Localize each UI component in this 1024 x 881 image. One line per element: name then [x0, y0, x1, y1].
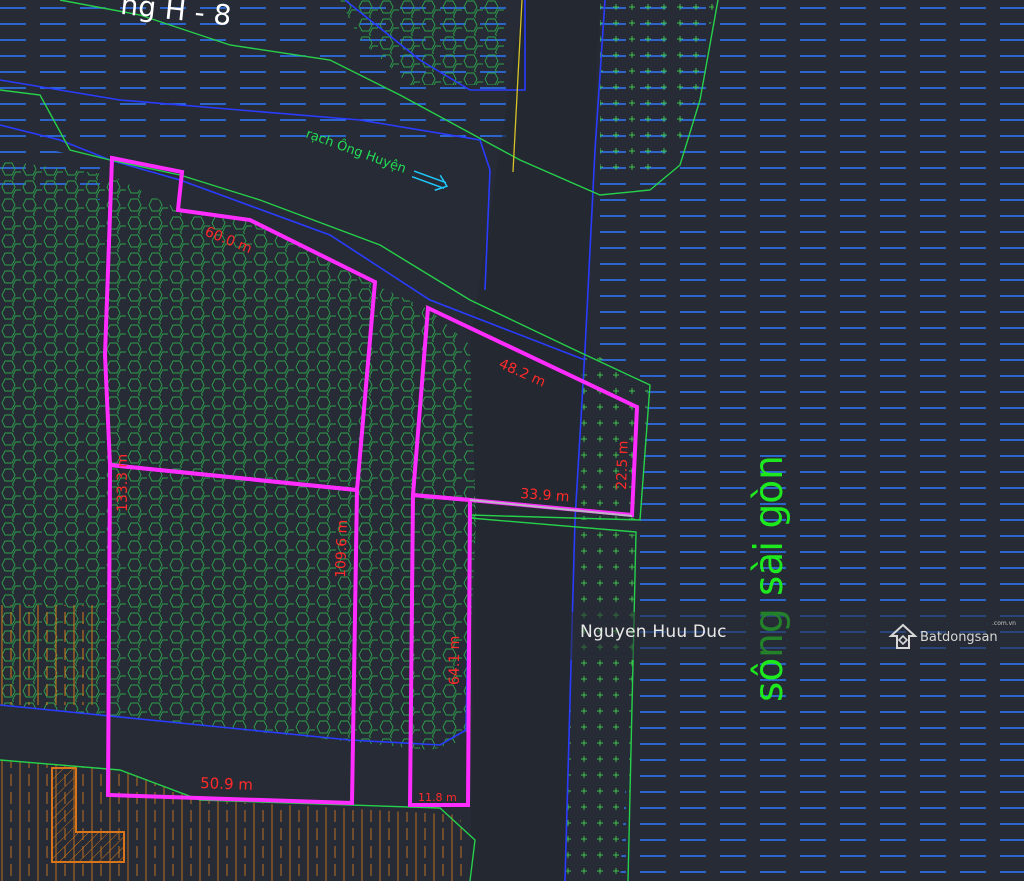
dim-33m: 33.9 m [520, 486, 570, 505]
dim-22m: 22.5 m [614, 440, 632, 490]
house-logo-icon [888, 623, 918, 649]
dim-109m: 109.6 m [333, 519, 351, 578]
batdongsan-logo: Batdongsan .com.vn [888, 620, 1020, 654]
author-watermark: Nguyen Huu Duc [580, 622, 727, 642]
dim-50m: 50.9 m [200, 774, 253, 794]
dim-64m: 64.1 m [447, 636, 463, 685]
logo-domain-text: .com.vn [992, 620, 1016, 627]
bank-vegetation-low [565, 525, 636, 881]
dim-133m: 133.3 m [115, 454, 131, 512]
map-canvas: ng H - 8 rạch Ông Huyện sông sài gòn 60.… [0, 0, 1024, 881]
logo-brand-text: Batdongsan [920, 630, 998, 645]
river-label: sông sài gòn [747, 455, 792, 702]
field-area [0, 605, 100, 705]
dim-11m: 11.8 m [418, 791, 457, 804]
